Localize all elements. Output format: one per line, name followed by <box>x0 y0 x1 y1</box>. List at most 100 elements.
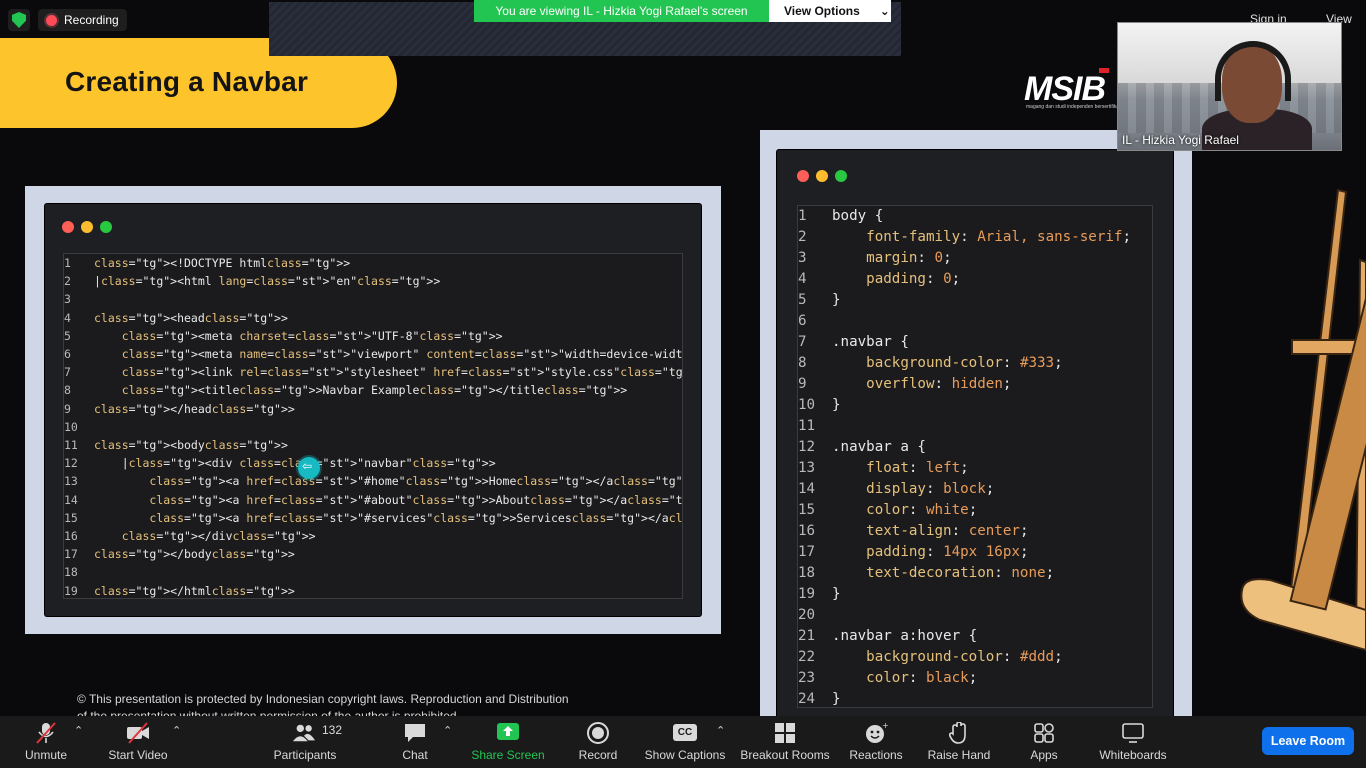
chat-options-caret-icon[interactable]: ⌃ <box>443 724 452 737</box>
whiteboards-button[interactable]: Whiteboards <box>1096 716 1170 768</box>
code-text: display: block; <box>866 481 995 497</box>
code-text: } <box>832 691 841 707</box>
line-number: 15 <box>798 502 816 518</box>
view-options-label: View Options <box>784 4 860 18</box>
line-number: 15 <box>64 510 78 525</box>
line-number: 1 <box>798 208 807 224</box>
participant-video-tile[interactable] <box>1117 22 1342 151</box>
line-number: 3 <box>64 292 71 307</box>
minimize-dot-icon <box>816 170 828 182</box>
slide-title: Creating a Navbar <box>65 66 309 97</box>
msib-logo: MSIB magang dan studi independen bersert… <box>1024 68 1121 110</box>
close-dot-icon <box>797 170 809 182</box>
line-number: 10 <box>64 419 78 434</box>
record-dot-icon <box>46 14 57 26</box>
apps-button[interactable]: Apps <box>1026 716 1062 768</box>
view-options-button[interactable]: View Options ⌄ <box>769 0 891 22</box>
code-text: } <box>832 397 841 413</box>
code-text: .navbar a { <box>832 439 926 455</box>
html-code-block: 1 class="tg"><!DOCTYPE htmlclass="tg">> 2 |… <box>63 253 683 599</box>
code-text: class="tg"><link rel=class="st">"stylesh… <box>121 365 683 380</box>
line-number: 12 <box>798 439 816 455</box>
record-label: Record <box>578 748 618 762</box>
window-controls <box>62 221 112 233</box>
emoji-reaction-icon: + <box>866 722 888 743</box>
svg-text:+: + <box>882 722 888 730</box>
audio-options-caret-icon[interactable]: ⌃ <box>74 724 83 737</box>
close-dot-icon <box>62 221 74 233</box>
code-text: class="tg"><bodyclass="tg">> <box>94 438 288 452</box>
line-number: 18 <box>798 565 816 581</box>
code-text: color: black; <box>866 670 978 686</box>
line-number: 21 <box>798 628 816 644</box>
code-text: } <box>832 292 841 308</box>
line-number: 19 <box>798 586 816 602</box>
raise-hand-icon <box>948 722 966 744</box>
line-number: 2 <box>798 229 807 245</box>
copyright-notice: © This presentation is protected by Indo… <box>77 691 569 716</box>
breakout-rooms-label: Breakout Rooms <box>740 748 830 762</box>
record-button[interactable]: Record <box>576 716 620 768</box>
line-number: 2 <box>64 274 71 289</box>
line-number: 7 <box>64 365 71 380</box>
code-text: class="tg"></headclass="tg">> <box>94 401 295 416</box>
chat-button[interactable]: Chat <box>396 716 434 768</box>
code-text: class="tg"></htmlclass="tg">> <box>94 583 295 598</box>
start-video-button[interactable]: Start Video <box>106 716 170 768</box>
code-text: class="tg"><meta name=class="st">"viewpo… <box>121 347 683 361</box>
share-screen-button[interactable]: Share Screen <box>471 716 545 768</box>
line-number: 13 <box>798 460 816 476</box>
video-options-caret-icon[interactable]: ⌃ <box>172 724 181 737</box>
line-number: 8 <box>798 355 807 371</box>
code-text: } <box>832 586 841 602</box>
code-text: overflow: hidden; <box>866 376 1012 392</box>
line-number: 24 <box>798 691 816 707</box>
recording-label: Recording <box>64 13 119 27</box>
line-number: 4 <box>798 271 807 287</box>
line-number: 19 <box>64 583 78 598</box>
line-number: 14 <box>64 492 78 507</box>
viewing-banner: You are viewing IL - Hizkia Yogi Rafael'… <box>474 0 769 22</box>
show-captions-label: Show Captions <box>644 748 726 762</box>
captions-options-caret-icon[interactable]: ⌃ <box>716 724 725 737</box>
easel-illustration <box>1240 188 1366 652</box>
share-screen-icon <box>497 723 519 740</box>
headset-icon <box>1215 41 1291 101</box>
line-number: 13 <box>64 474 78 489</box>
line-number: 9 <box>798 376 807 392</box>
code-text: background-color: #ddd; <box>866 649 1063 665</box>
participants-count: 132 <box>322 723 343 737</box>
unmute-button[interactable]: Unmute <box>20 716 72 768</box>
code-text: class="tg"></divclass="tg">> <box>121 529 316 543</box>
whiteboard-icon <box>1122 723 1144 743</box>
css-code-block: 1 body {2 font-family: Arial, sans-serif;… <box>797 205 1153 708</box>
breakout-rooms-button[interactable]: Breakout Rooms <box>740 716 830 768</box>
pointer-cursor-icon <box>298 457 320 479</box>
code-text: color: white; <box>866 502 978 518</box>
line-number: 11 <box>798 418 816 434</box>
security-shield-icon[interactable] <box>8 9 30 31</box>
logo-text: MSIB <box>1024 70 1106 108</box>
line-number: 14 <box>798 481 816 497</box>
participants-icon <box>292 724 316 742</box>
muted-microphone-icon <box>36 722 56 744</box>
copyright-line-2: of the presentation without written perm… <box>77 709 457 716</box>
reactions-label: Reactions <box>849 748 903 762</box>
line-number: 20 <box>798 607 816 623</box>
recording-indicator[interactable]: Recording <box>38 9 127 31</box>
minimize-dot-icon <box>81 221 93 233</box>
code-text: class="tg"><!DOCTYPE htmlclass="tg">> <box>94 256 351 270</box>
start-video-label: Start Video <box>108 748 168 762</box>
reactions-button[interactable]: + Reactions <box>848 716 904 768</box>
breakout-rooms-icon <box>775 723 795 743</box>
line-number: 1 <box>64 256 71 270</box>
share-screen-label: Share Screen <box>471 748 545 762</box>
show-captions-button[interactable]: CC Show Captions <box>644 716 726 768</box>
unmute-label: Unmute <box>24 748 68 762</box>
line-number: 22 <box>798 649 816 665</box>
line-number: 7 <box>798 334 807 350</box>
chat-bubble-icon <box>405 724 425 742</box>
raise-hand-button[interactable]: Raise Hand <box>926 716 992 768</box>
leave-room-button[interactable]: Leave Room <box>1262 727 1354 755</box>
participant-name-label: IL - Hizkia Yogi Rafael <box>1122 133 1239 147</box>
